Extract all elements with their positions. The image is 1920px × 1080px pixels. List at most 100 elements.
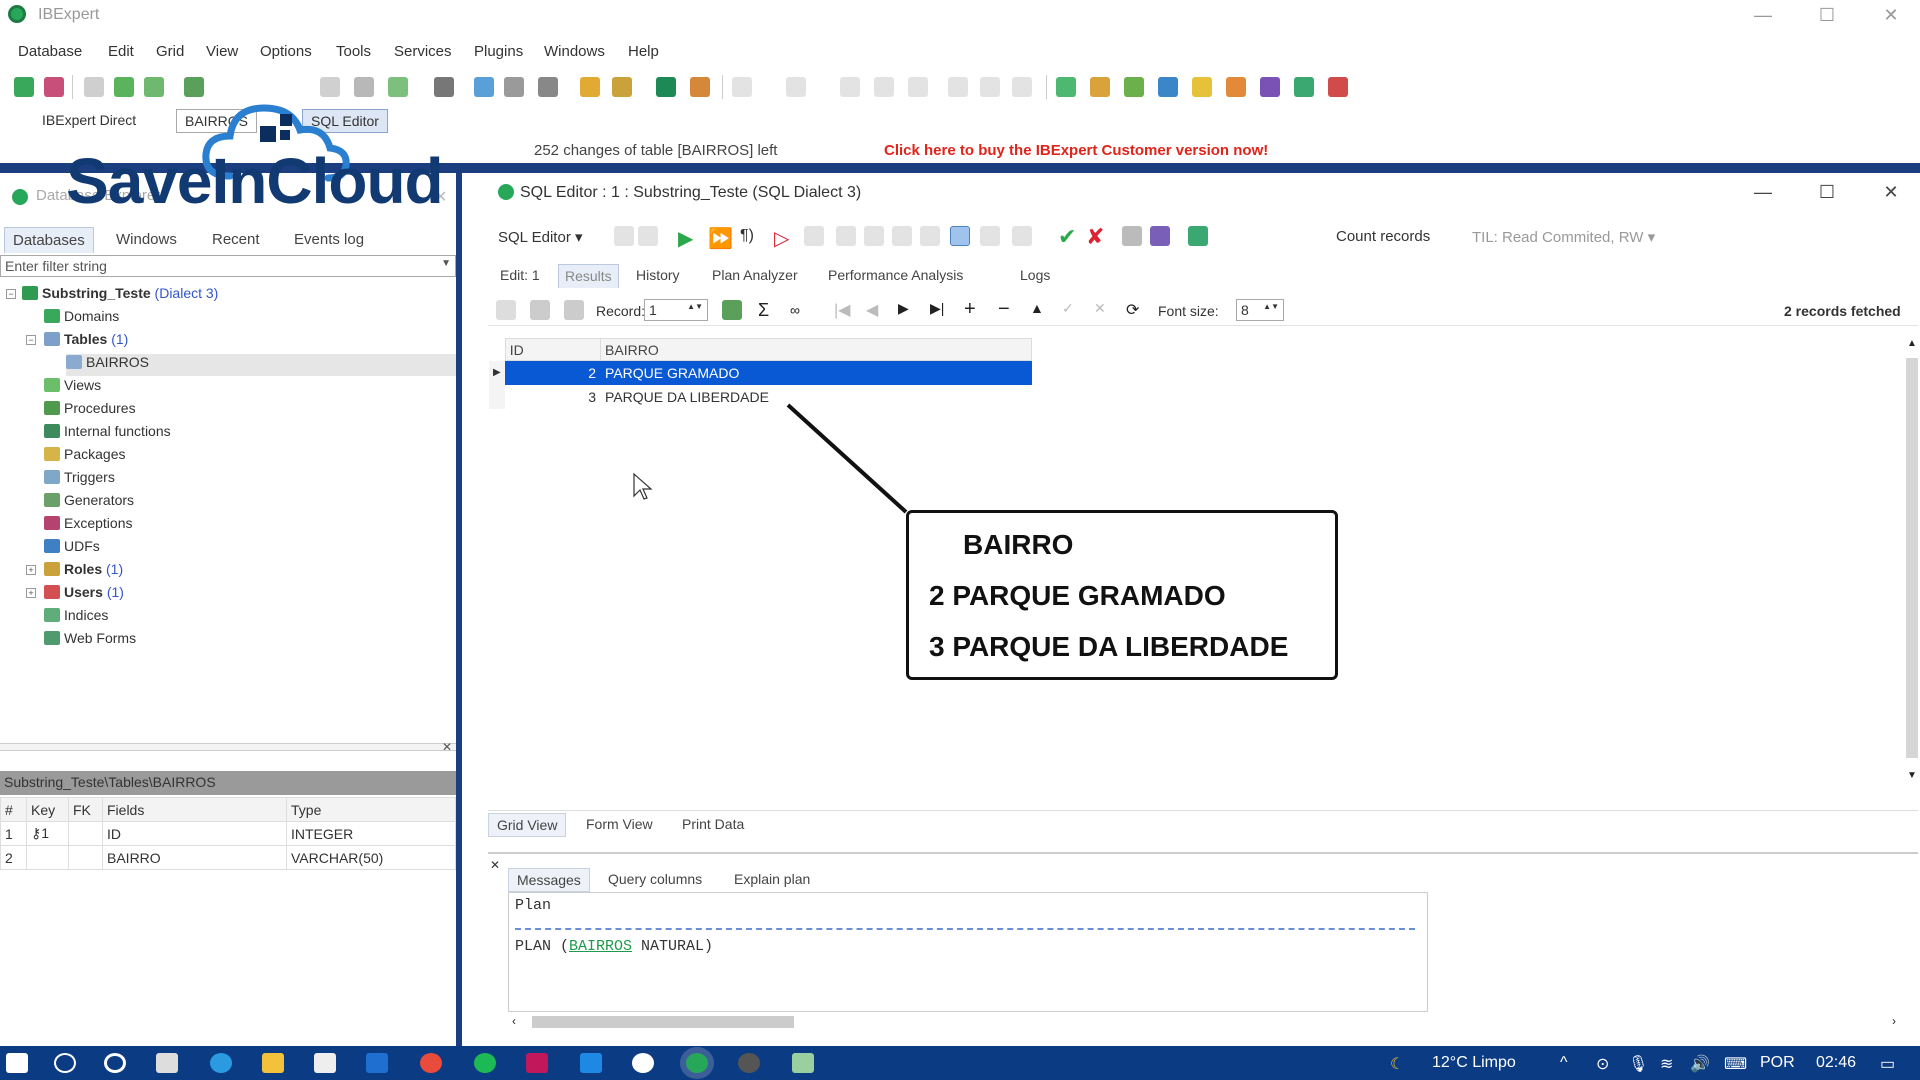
app-icon[interactable] [526, 1053, 548, 1073]
minimize-icon[interactable]: — [1748, 182, 1778, 203]
chrome-icon[interactable] [420, 1053, 442, 1073]
script-executive-icon[interactable] [690, 77, 710, 97]
weather-icon[interactable]: ☾ [1390, 1054, 1404, 1074]
replace-icon[interactable] [504, 77, 524, 97]
maximize-icon[interactable]: ☐ [1804, 2, 1850, 28]
rollback-icon[interactable]: ✘ [1086, 224, 1104, 250]
copy-icon[interactable] [874, 77, 894, 97]
scroll-thumb[interactable] [532, 1016, 794, 1028]
col-fields[interactable]: Fields [102, 797, 287, 822]
app-icon[interactable] [738, 1053, 760, 1073]
chevron-down-icon[interactable]: ▼ [441, 258, 451, 269]
new-role-icon[interactable] [1328, 77, 1348, 97]
scroll-thumb[interactable] [1906, 358, 1918, 758]
menu-windows[interactable]: Windows [544, 43, 605, 60]
tab-messages[interactable]: Messages [508, 868, 590, 892]
close-icon[interactable]: ✕ [442, 740, 452, 754]
tree-node-triggers[interactable]: Triggers [44, 469, 115, 491]
edit-record-icon[interactable]: ▲ [1030, 300, 1044, 316]
new-query-icon[interactable] [836, 226, 856, 246]
tree-node-packages[interactable]: Packages [44, 446, 125, 468]
next-record-icon[interactable]: ▶ [898, 300, 909, 317]
tab-plan-analyzer[interactable]: Plan Analyzer [706, 264, 804, 288]
save-query-icon[interactable] [892, 226, 912, 246]
new-table-icon[interactable] [1056, 77, 1076, 97]
options-icon[interactable] [1012, 226, 1032, 246]
mail-icon[interactable] [366, 1053, 388, 1073]
new-domain-icon[interactable] [1294, 77, 1314, 97]
weather-text[interactable]: 12°C Limpo [1432, 1054, 1516, 1072]
table-row[interactable]: 2 BAIRRO VARCHAR(50) [0, 845, 456, 870]
menu-grid[interactable]: Grid [156, 43, 184, 60]
tab-history[interactable]: History [630, 264, 686, 288]
table-row[interactable]: ▶ 2 PARQUE GRAMADO [488, 360, 1032, 385]
tree-node-indices[interactable]: Indices [44, 607, 108, 629]
tree-node-procedures[interactable]: Procedures [44, 400, 136, 422]
tab-events-log[interactable]: Events log [286, 227, 372, 253]
start-icon[interactable] [6, 1053, 28, 1073]
tab-print-data[interactable]: Print Data [674, 813, 752, 837]
plan-table[interactable]: BAIRROS [569, 938, 632, 955]
grid-options-icon[interactable] [530, 300, 550, 320]
edge-icon[interactable] [210, 1053, 232, 1073]
tree-node-internal-functions[interactable]: Internal functions [44, 423, 171, 445]
column-icon[interactable]: ∞ [790, 302, 800, 318]
col-fk[interactable]: FK [68, 797, 103, 822]
expand-icon[interactable]: + [26, 588, 36, 598]
next-query-icon[interactable] [638, 226, 658, 246]
clear-filter-icon[interactable] [564, 300, 584, 320]
menu-edit[interactable]: Edit [108, 43, 134, 60]
results-scrollbar[interactable]: ▲ ▼ [1904, 338, 1920, 788]
sql-editor-icon[interactable] [656, 77, 676, 97]
col-index[interactable]: # [0, 797, 27, 822]
step-icon[interactable]: ¶) [740, 227, 754, 245]
print-icon[interactable] [538, 77, 558, 97]
filter-input[interactable]: Enter filter string ▼ [0, 255, 456, 277]
col-bairro-header[interactable]: BAIRRO [600, 338, 1032, 361]
new-view-icon[interactable] [1090, 77, 1110, 97]
new-generator-icon[interactable] [1192, 77, 1212, 97]
tree-node-web-forms[interactable]: Web Forms [44, 630, 136, 652]
new-procedure-icon[interactable] [1124, 77, 1144, 97]
col-id-header[interactable]: ID [504, 338, 602, 361]
tab-edit[interactable]: Edit: 1 [494, 264, 546, 288]
cortana-icon[interactable] [104, 1053, 126, 1073]
buy-link[interactable]: Click here to buy the IBExpert Customer … [884, 142, 1268, 159]
post-icon[interactable]: ✓ [1062, 300, 1074, 317]
close-icon[interactable]: ✕ [490, 858, 500, 872]
tree-node-database[interactable]: Substring_Teste (Dialect 3) [22, 285, 218, 307]
copy-query-icon[interactable] [920, 226, 940, 246]
task-view-icon[interactable] [156, 1053, 178, 1073]
export-icon[interactable] [1150, 226, 1170, 246]
cell-id[interactable]: 3 [505, 385, 600, 409]
store-icon[interactable] [314, 1053, 336, 1073]
tab-recent[interactable]: Recent [204, 227, 268, 253]
tab-query-columns[interactable]: Query columns [600, 868, 710, 892]
user-manager-icon[interactable] [580, 77, 600, 97]
save-icon[interactable] [786, 77, 806, 97]
file-explorer-icon[interactable] [262, 1053, 284, 1073]
open-icon[interactable] [864, 226, 884, 246]
refresh-data-icon[interactable]: ⟳ [1126, 300, 1139, 320]
prepare-icon[interactable] [804, 226, 824, 246]
tab-performance-analysis[interactable]: Performance Analysis [822, 264, 969, 288]
menu-tools[interactable]: Tools [336, 43, 371, 60]
tree-node-views[interactable]: Views [44, 377, 101, 399]
toggle-results-icon[interactable] [950, 226, 970, 246]
new-window-icon[interactable] [732, 77, 752, 97]
tab-logs[interactable]: Logs [1014, 264, 1056, 288]
notepad-icon[interactable] [792, 1053, 814, 1073]
transaction-isolation-dropdown[interactable]: TIL: Read Commited, RW ▾ [1472, 228, 1655, 246]
tab-databases[interactable]: Databases [4, 227, 94, 253]
chevron-up-icon[interactable]: ^ [1560, 1054, 1568, 1072]
reload-icon[interactable] [980, 226, 1000, 246]
collapse-icon[interactable]: − [26, 335, 36, 345]
count-records-button[interactable]: Count records [1336, 228, 1430, 245]
tab-grid-view[interactable]: Grid View [488, 813, 567, 837]
sql-editor-dropdown[interactable]: SQL Editor ▾ [498, 228, 583, 246]
close-icon[interactable]: ✕ [1876, 182, 1906, 203]
volume-icon[interactable]: 🔊 [1690, 1054, 1710, 1074]
wifi-icon[interactable]: ≋ [1660, 1054, 1673, 1074]
menu-help[interactable]: Help [628, 43, 659, 60]
search-icon[interactable] [54, 1053, 76, 1073]
